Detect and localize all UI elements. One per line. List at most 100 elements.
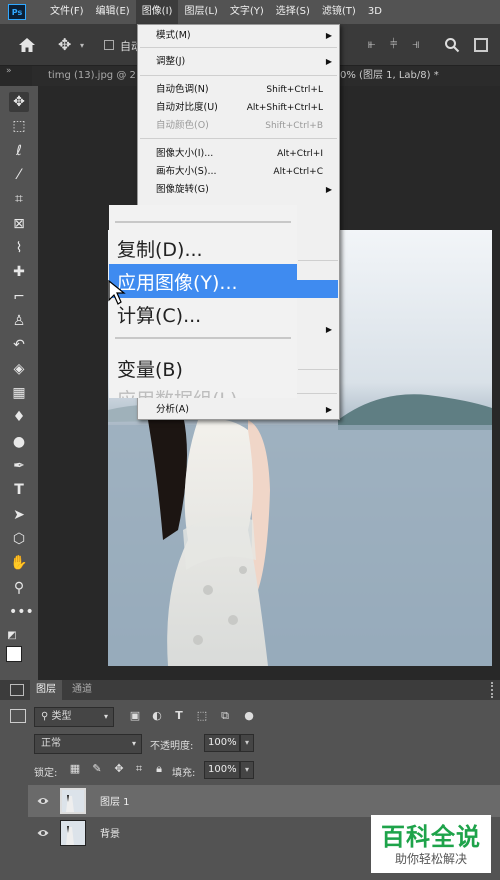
blur-tool-icon[interactable]: ♦	[9, 407, 29, 427]
menu-separator	[115, 337, 291, 339]
layer-thumbnail	[60, 820, 86, 846]
lock-image-icon[interactable]: ✎	[90, 762, 104, 776]
layer-filter-select[interactable]: ⚲ 类型 ▾	[34, 707, 114, 727]
align-left-icon[interactable]: ⫦	[368, 37, 382, 53]
collapse-panels-icon[interactable]: »	[6, 66, 12, 76]
menu-item-label: 图像旋转(G)	[156, 184, 209, 195]
lock-transparent-icon[interactable]: ▦	[68, 762, 82, 776]
foreground-color-swatch[interactable]	[6, 646, 22, 662]
chevron-down-icon[interactable]: ▾	[80, 41, 84, 50]
home-icon[interactable]	[18, 37, 36, 53]
menu-separator	[115, 221, 291, 223]
dodge-tool-icon[interactable]: ●	[9, 432, 29, 452]
crop-tool-icon[interactable]: ⌗	[9, 189, 29, 209]
menu-item-image-size[interactable]: 图像大小(I)... Alt+Ctrl+I	[138, 145, 339, 163]
move-tool-icon[interactable]: ✥	[58, 37, 76, 53]
zoom-tool-icon[interactable]: ⚲	[9, 578, 29, 598]
layer-name: 背景	[100, 829, 120, 840]
lock-artboard-icon[interactable]: ⌗	[132, 762, 146, 776]
zoom-item-apply-image[interactable]: 应用图像(Y)...	[117, 268, 238, 295]
menu-item-label: 自动对比度(U)	[156, 102, 218, 113]
visibility-eye-icon[interactable]	[37, 796, 49, 806]
blend-mode-select[interactable]: 正常 ▾	[34, 734, 142, 754]
zoom-item-duplicate[interactable]: 复制(D)...	[117, 235, 203, 262]
document-tab-1[interactable]: timg (13).jpg @ 2	[40, 66, 144, 86]
clone-stamp-tool-icon[interactable]: ♙	[9, 311, 29, 331]
chevron-down-icon: ▾	[103, 712, 108, 721]
zoom-item-apply-data-set[interactable]: 应用数据组(L)...	[117, 385, 256, 398]
history-brush-tool-icon[interactable]: ↶	[9, 335, 29, 355]
mouse-pointer-icon	[108, 280, 126, 305]
menu-type[interactable]: 文字(Y)	[224, 0, 270, 24]
align-center-icon[interactable]: ⫩	[390, 37, 404, 53]
auto-select-checkbox[interactable]	[104, 40, 114, 50]
panel-toggle-icon[interactable]	[10, 684, 24, 696]
layer-group-icon[interactable]	[10, 709, 26, 723]
document-tab-2[interactable]: 0% (图层 1, Lab/8) *	[332, 66, 447, 86]
menu-item-analysis[interactable]: 分析(A) ▶	[138, 401, 339, 419]
menu-layer[interactable]: 图层(L)	[178, 0, 223, 24]
filter-shape-icon[interactable]: ⬚	[195, 709, 209, 723]
menu-select[interactable]: 选择(S)	[270, 0, 316, 24]
tab-channels[interactable]: 通道	[66, 680, 98, 700]
menu-item-adjustments[interactable]: 调整(J) ▶	[138, 53, 339, 71]
menu-item-label: 分析(A)	[156, 404, 189, 415]
apply-image-highlight[interactable]: 应用图像(Y)...	[109, 264, 297, 298]
search-icon[interactable]	[444, 37, 460, 53]
default-colors-icon[interactable]: ◩	[2, 626, 22, 646]
workspace-icon[interactable]	[474, 38, 488, 52]
eyedropper-tool-icon[interactable]: ⌇	[9, 238, 29, 258]
filter-toggle-icon[interactable]: ●	[242, 709, 256, 723]
type-tool-icon[interactable]: T	[9, 480, 29, 500]
lasso-tool-icon[interactable]: ℓ	[9, 141, 29, 161]
fill-input[interactable]: 100%	[204, 761, 240, 779]
more-tools-icon[interactable]: •••	[9, 602, 34, 622]
filter-smart-object-icon[interactable]: ⧉	[218, 709, 232, 723]
move-tool-icon[interactable]: ✥	[9, 92, 29, 112]
menu-item-label: 画布大小(S)...	[156, 166, 217, 177]
highlight-extension	[297, 280, 338, 298]
healing-brush-tool-icon[interactable]: ✚	[9, 262, 29, 282]
brush-tool-icon[interactable]: ⌐	[9, 287, 29, 307]
filter-type-icon[interactable]: T	[172, 709, 186, 723]
watermark-title: 百科全说	[381, 823, 481, 851]
hand-tool-icon[interactable]: ✋	[9, 553, 29, 573]
gradient-tool-icon[interactable]: ▦	[9, 383, 29, 403]
shape-tool-icon[interactable]: ⬡	[9, 529, 29, 549]
marquee-tool-icon[interactable]: ⬚	[9, 116, 29, 136]
layer-row-layer1[interactable]: 图层 1	[28, 785, 500, 817]
pen-tool-icon[interactable]: ✒	[9, 456, 29, 476]
frame-tool-icon[interactable]: ⊠	[9, 214, 29, 234]
menu-item-auto-color: 自动颜色(O) Shift+Ctrl+B	[138, 117, 339, 135]
quick-select-tool-icon[interactable]: ⁄	[9, 165, 29, 185]
filter-adjustment-icon[interactable]: ◐	[150, 709, 164, 723]
align-right-icon[interactable]: ⫣	[412, 37, 426, 53]
menubar: Ps 文件(F) 编辑(E) 图像(I) 图层(L) 文字(Y) 选择(S) 滤…	[0, 0, 500, 24]
path-select-tool-icon[interactable]: ➤	[9, 505, 29, 525]
menu-item-mode[interactable]: 模式(M) ▶	[138, 27, 339, 45]
opacity-input[interactable]: 100%	[204, 734, 240, 752]
menu-image[interactable]: 图像(I)	[135, 0, 179, 24]
fill-dropdown[interactable]: ▾	[240, 761, 254, 779]
tab-layers[interactable]: 图层	[30, 680, 62, 700]
visibility-eye-icon[interactable]	[37, 828, 49, 838]
zoom-item-calculations[interactable]: 计算(C)...	[117, 301, 201, 328]
eraser-tool-icon[interactable]: ◈	[9, 359, 29, 379]
lock-label: 锁定:	[34, 768, 58, 779]
menu-item-auto-contrast[interactable]: 自动对比度(U) Alt+Shift+Ctrl+L	[138, 99, 339, 117]
lock-all-icon[interactable]: 🔒︎	[152, 762, 166, 776]
watermark-logo: 百科全说 助你轻松解决	[371, 815, 491, 873]
menu-item-auto-tone[interactable]: 自动色调(N) Shift+Ctrl+L	[138, 81, 339, 99]
submenu-arrow-icon: ▶	[325, 57, 332, 66]
menu-edit[interactable]: 编辑(E)	[90, 0, 136, 24]
menu-item-canvas-size[interactable]: 画布大小(S)... Alt+Ctrl+C	[138, 163, 339, 181]
filter-pixel-icon[interactable]: ▣	[128, 709, 142, 723]
zoom-item-variables[interactable]: 变量(B)	[117, 355, 183, 382]
menu-file[interactable]: 文件(F)	[44, 0, 90, 24]
lock-position-icon[interactable]: ✥	[112, 762, 126, 776]
opacity-dropdown[interactable]: ▾	[240, 734, 254, 752]
menu-3d[interactable]: 3D	[362, 0, 388, 24]
panel-menu-icon[interactable]	[491, 682, 494, 698]
menu-filter[interactable]: 滤镜(T)	[316, 0, 362, 24]
menu-item-image-rotation[interactable]: 图像旋转(G) ▶	[138, 181, 339, 199]
